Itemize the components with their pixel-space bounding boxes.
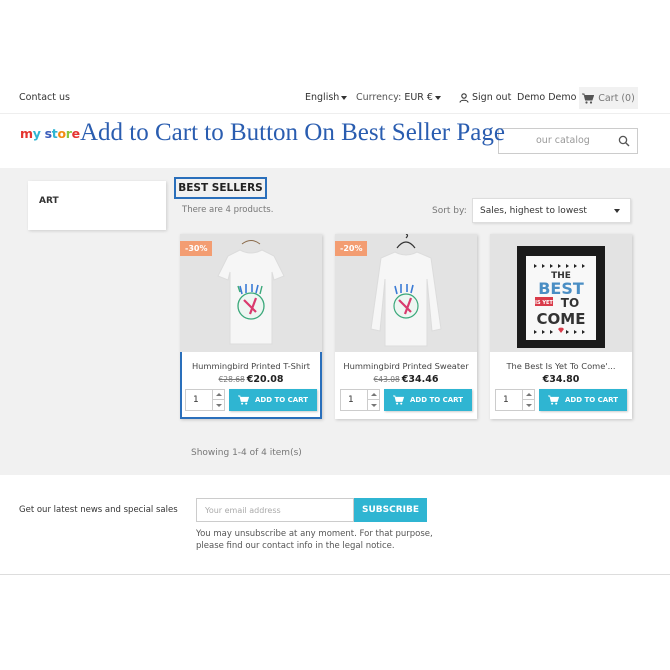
currency-selector[interactable]: Currency: EUR € — [356, 92, 441, 103]
logo-letter: m — [20, 126, 33, 141]
newsletter-note-line: You may unsubscribe at any moment. For t… — [196, 529, 433, 539]
page-title: BEST SELLERS — [174, 177, 267, 199]
add-to-cart-button[interactable]: ADD TO CART — [539, 389, 627, 411]
chevron-down-icon — [371, 404, 377, 407]
store-logo[interactable]: my store — [20, 126, 80, 141]
product-count: There are 4 products. — [182, 205, 274, 215]
add-to-cart-label: ADD TO CART — [564, 396, 619, 404]
sign-out-link[interactable]: Sign out — [459, 92, 511, 103]
chevron-down-icon — [526, 404, 532, 407]
user-icon — [459, 92, 469, 103]
main-content: ART BEST SELLERS There are 4 products. S… — [0, 168, 670, 475]
email-placeholder: Your email address — [205, 506, 281, 515]
shopping-cart-icon — [238, 395, 249, 405]
current-price: €34.46 — [401, 374, 439, 385]
add-to-cart-button[interactable]: ADD TO CART — [384, 389, 472, 411]
discount-badge: -20% — [335, 241, 368, 256]
cart-label: Cart (0) — [598, 92, 635, 104]
chevron-up-icon — [526, 393, 532, 396]
chevron-up-icon — [371, 393, 377, 396]
quantity-value: 1 — [348, 395, 354, 405]
quantity-stepper[interactable]: 1 — [495, 389, 535, 411]
poster-frame-image: THE BEST IS YET TO COME — [517, 246, 605, 348]
product-card: -30% Hummingbird Printed T-Shirt €28.68 €… — [180, 234, 322, 419]
poster-text: TO — [561, 296, 579, 310]
subscribe-button[interactable]: SUBSCRIBE — [354, 498, 427, 522]
cart-button[interactable]: Cart (0) — [579, 87, 638, 109]
quantity-value: 1 — [503, 395, 509, 405]
currency-label: Currency: — [356, 92, 402, 103]
poster-text: IS YET — [535, 300, 553, 306]
product-name[interactable]: The Best Is Yet To Come'... — [490, 361, 632, 371]
search-placeholder: our catalog — [536, 135, 590, 146]
product-price: €43.08 €34.46 — [335, 374, 477, 385]
chevron-down-icon — [434, 95, 441, 100]
shopping-cart-icon — [548, 395, 559, 405]
logo-letter: s — [44, 126, 52, 141]
logo-letter: o — [57, 126, 66, 141]
product-name[interactable]: Hummingbird Printed Sweater — [335, 361, 477, 371]
shopping-cart-icon — [393, 395, 404, 405]
product-name[interactable]: Hummingbird Printed T-Shirt — [182, 361, 320, 371]
sort-value: Sales, highest to lowest — [480, 206, 587, 216]
email-field[interactable]: Your email address — [196, 498, 354, 522]
search-icon[interactable] — [618, 135, 630, 147]
stepper-arrows[interactable] — [212, 390, 224, 410]
pagination-summary: Showing 1-4 of 4 item(s) — [191, 448, 302, 458]
sidebar-item-art[interactable]: ART — [39, 196, 59, 206]
current-price: €20.08 — [246, 374, 284, 385]
language-value: English — [305, 92, 340, 103]
top-nav: Contact us English Currency: EUR € Sign … — [0, 84, 670, 112]
product-card: -20% Hummingbird Printed Sweater €43.08 €… — [335, 234, 477, 419]
product-price: €28.68 €20.08 — [182, 374, 320, 385]
chevron-down-icon — [341, 95, 348, 100]
quantity-stepper[interactable]: 1 — [185, 389, 225, 411]
old-price: €28.68 — [218, 375, 245, 384]
add-to-cart-button[interactable]: ADD TO CART — [229, 389, 317, 411]
logo-letter: y — [32, 126, 41, 141]
current-price: €34.80 — [542, 374, 580, 385]
add-to-cart-label: ADD TO CART — [409, 396, 464, 404]
stepper-arrows[interactable] — [522, 390, 534, 410]
overlay-title: Add to Cart to Button On Best Seller Pag… — [80, 119, 505, 146]
product-price: €34.80 — [490, 374, 632, 385]
chevron-down-icon — [614, 209, 620, 213]
stepper-arrows[interactable] — [367, 390, 379, 410]
language-selector[interactable]: English — [305, 92, 348, 103]
sort-select[interactable]: Sales, highest to lowest — [472, 198, 631, 223]
chevron-down-icon — [216, 404, 222, 407]
poster-text: COME — [537, 310, 586, 328]
newsletter-note-line: please find our contact info in the lega… — [196, 541, 395, 551]
product-card: THE BEST IS YET TO COME The Best Is Yet … — [490, 234, 632, 419]
newsletter-text: Get our latest news and special sales — [19, 505, 178, 515]
contact-link[interactable]: Contact us — [19, 92, 70, 103]
old-price: €43.08 — [373, 375, 400, 384]
sign-out-label: Sign out — [472, 92, 512, 103]
add-to-cart-label: ADD TO CART — [254, 396, 309, 404]
discount-badge: -30% — [180, 241, 213, 256]
chevron-up-icon — [216, 393, 222, 396]
sort-label: Sort by: — [432, 206, 467, 216]
product-image[interactable]: -20% — [335, 234, 477, 352]
account-link[interactable]: Demo Demo — [517, 92, 576, 103]
quantity-stepper[interactable]: 1 — [340, 389, 380, 411]
shopping-cart-icon — [582, 93, 595, 104]
logo-letter: e — [71, 126, 80, 141]
product-image[interactable]: THE BEST IS YET TO COME — [490, 234, 632, 352]
newsletter-section: Get our latest news and special sales Yo… — [0, 475, 670, 575]
category-sidebar: ART — [28, 181, 166, 230]
search-input[interactable]: our catalog — [498, 128, 638, 154]
page: Contact us English Currency: EUR € Sign … — [0, 0, 670, 670]
newsletter-note: You may unsubscribe at any moment. For t… — [196, 528, 433, 552]
quantity-value: 1 — [193, 395, 199, 405]
product-image[interactable]: -30% — [180, 234, 322, 352]
currency-value: EUR € — [404, 92, 433, 103]
